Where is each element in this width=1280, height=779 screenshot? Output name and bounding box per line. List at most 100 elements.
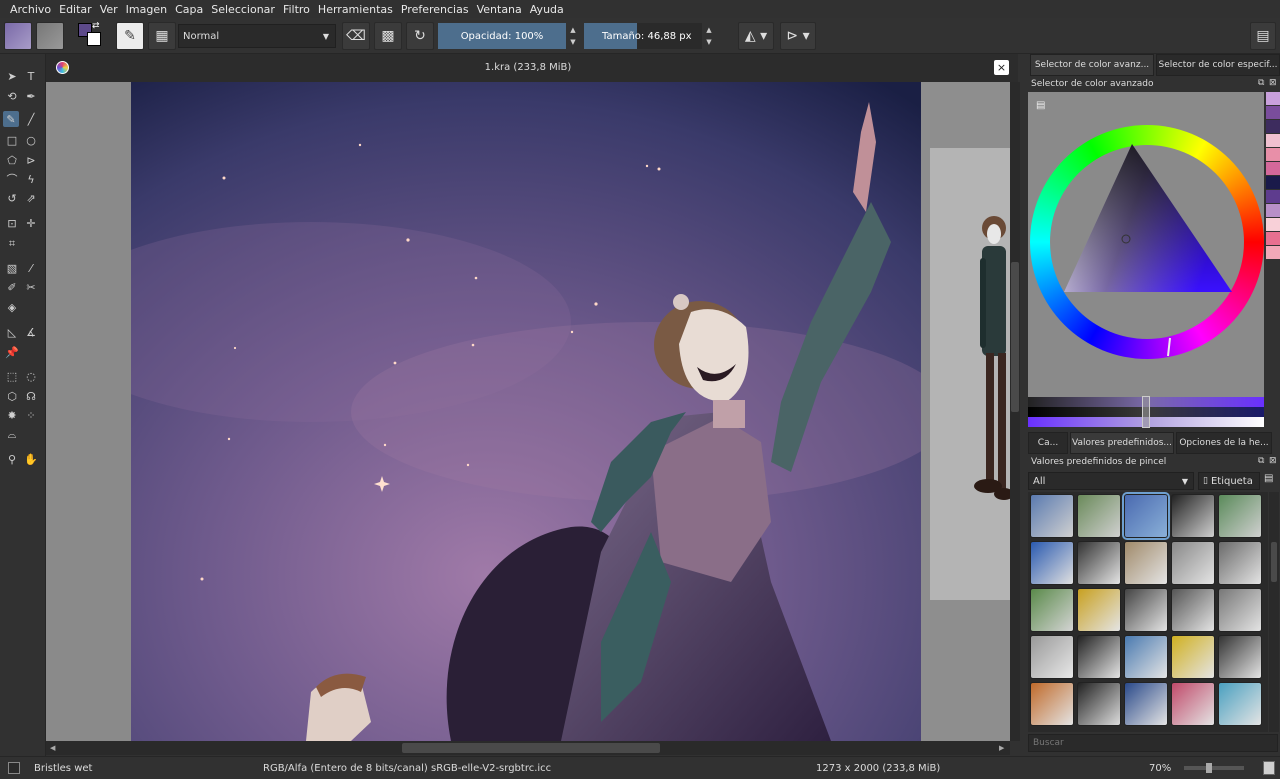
- brush-preset-item[interactable]: [1218, 541, 1262, 585]
- brush-preset-item[interactable]: [1030, 682, 1074, 726]
- brush-preset-item[interactable]: [1171, 588, 1215, 632]
- palette-swatch[interactable]: [1266, 218, 1280, 231]
- tab-brush-presets[interactable]: Valores predefinidos...: [1070, 432, 1174, 454]
- similar-selection-tool-icon[interactable]: ⁘: [23, 407, 39, 423]
- brush-preset-item[interactable]: [1218, 494, 1262, 538]
- elliptical-selection-tool-icon[interactable]: ◌: [23, 368, 39, 384]
- preserve-alpha-button[interactable]: ▩: [374, 22, 402, 50]
- ellipse-tool-icon[interactable]: ○: [23, 132, 39, 148]
- palette-swatch[interactable]: [1266, 148, 1280, 161]
- float-panel-icon[interactable]: ⧉: [1258, 78, 1264, 88]
- smart-patch-tool-icon[interactable]: ✂: [23, 279, 39, 295]
- bezier-tool-icon[interactable]: ⌒: [4, 171, 20, 187]
- gradient-tool-icon[interactable]: ▧: [4, 260, 20, 276]
- scroll-left-icon[interactable]: ◀: [50, 744, 55, 752]
- rectangular-selection-tool-icon[interactable]: ⬚: [4, 368, 20, 384]
- brush-preset-item[interactable]: [1030, 635, 1074, 679]
- swap-colors-icon[interactable]: ⇄: [92, 21, 100, 31]
- palette-swatch[interactable]: [1266, 120, 1280, 133]
- freehand-path-tool-icon[interactable]: ϟ: [23, 171, 39, 187]
- brush-preset-item[interactable]: [1077, 541, 1121, 585]
- select-shapes-tool-icon[interactable]: ➤: [4, 68, 20, 84]
- palette-swatch[interactable]: [1266, 134, 1280, 147]
- rectangle-tool-icon[interactable]: □: [4, 132, 20, 148]
- horizontal-scroll-thumb[interactable]: [402, 743, 660, 753]
- bezier-selection-tool-icon[interactable]: ⌓: [4, 426, 20, 442]
- brush-preset-item[interactable]: [1077, 682, 1121, 726]
- menu-editar[interactable]: Editar: [59, 3, 92, 16]
- artwork-canvas[interactable]: [131, 82, 921, 741]
- gradient-preset-button[interactable]: [4, 22, 32, 50]
- contiguous-selection-tool-icon[interactable]: ✸: [4, 407, 20, 423]
- menu-capa[interactable]: Capa: [175, 3, 203, 16]
- zoom-slider-handle[interactable]: [1206, 763, 1212, 773]
- brush-preset-item[interactable]: [1077, 635, 1121, 679]
- calligraphy-tool-icon[interactable]: ✒: [23, 88, 39, 104]
- mirror-vertical-button[interactable]: ⊳ ▾: [780, 22, 816, 50]
- close-panel-icon[interactable]: ⊠: [1269, 456, 1277, 466]
- brush-preset-item[interactable]: [1124, 541, 1168, 585]
- horizontal-scrollbar[interactable]: ◀ ▶: [46, 741, 1010, 755]
- brush-preset-item[interactable]: [1124, 588, 1168, 632]
- tag-dropdown[interactable]: ▯ Etiqueta: [1198, 472, 1260, 490]
- close-panel-icon[interactable]: ⊠: [1269, 78, 1277, 88]
- document-title[interactable]: 1.kra (233,8 MiB): [46, 62, 1010, 73]
- menu-ver[interactable]: Ver: [100, 3, 118, 16]
- palette-swatch[interactable]: [1266, 176, 1280, 189]
- reference-image[interactable]: [930, 148, 1014, 600]
- reference-images-tool-icon[interactable]: 📌: [4, 344, 20, 360]
- brush-preset-item[interactable]: [1077, 494, 1121, 538]
- fg-bg-color-selector[interactable]: ⇄: [78, 21, 104, 49]
- text-tool-icon[interactable]: T: [23, 68, 39, 84]
- brush-preset-item[interactable]: [1124, 682, 1168, 726]
- line-tool-icon[interactable]: ╱: [23, 111, 39, 127]
- polygon-tool-icon[interactable]: ⬠: [4, 152, 20, 168]
- menu-ventana[interactable]: Ventana: [477, 3, 522, 16]
- preset-grid-scroll-thumb[interactable]: [1271, 542, 1277, 582]
- color-history-handle[interactable]: [1142, 396, 1150, 428]
- brush-preset-item[interactable]: [1218, 588, 1262, 632]
- palette-swatch[interactable]: [1266, 204, 1280, 217]
- brush-preset-item[interactable]: [1171, 494, 1215, 538]
- palette-swatch[interactable]: [1266, 246, 1280, 259]
- menu-seleccionar[interactable]: Seleccionar: [211, 3, 275, 16]
- palette-swatch[interactable]: [1266, 92, 1280, 105]
- edit-shapes-tool-icon[interactable]: ⟲: [4, 88, 20, 104]
- palette-swatch[interactable]: [1266, 162, 1280, 175]
- transform-tool-icon[interactable]: ⊡: [4, 215, 20, 231]
- scroll-right-icon[interactable]: ▶: [999, 744, 1004, 752]
- brush-preset-item[interactable]: [1077, 588, 1121, 632]
- colorize-mask-tool-icon[interactable]: ✐: [4, 279, 20, 295]
- brush-preset-item[interactable]: [1030, 541, 1074, 585]
- multibrush-tool-icon[interactable]: ⇗: [23, 190, 39, 206]
- crop-tool-icon[interactable]: ⌗: [4, 235, 20, 251]
- menu-preferencias[interactable]: Preferencias: [401, 3, 469, 16]
- brush-preset-item-selected[interactable]: [1122, 492, 1170, 540]
- palette-swatch[interactable]: [1266, 190, 1280, 203]
- preset-filter-dropdown[interactable]: All ▼: [1028, 472, 1194, 490]
- palette-swatch[interactable]: [1266, 232, 1280, 245]
- menu-herramientas[interactable]: Herramientas: [318, 3, 393, 16]
- zoom-tool-icon[interactable]: ⚲: [4, 451, 20, 467]
- workspace-button[interactable]: ▤: [1250, 22, 1276, 50]
- measure-tool-icon[interactable]: ∡: [23, 324, 39, 340]
- preset-view-options-icon[interactable]: ▤: [1264, 473, 1278, 489]
- mirror-horizontal-button[interactable]: ◭ ▾: [738, 22, 774, 50]
- palette-swatch[interactable]: [1266, 106, 1280, 119]
- tab-advanced-color-selector[interactable]: Selector de color avanz...: [1030, 54, 1154, 76]
- tab-specific-color-selector[interactable]: Selector de color especif...: [1156, 54, 1280, 76]
- menu-filtro[interactable]: Filtro: [283, 3, 310, 16]
- brush-settings-button[interactable]: ▦: [148, 22, 176, 50]
- brush-preset-item[interactable]: [1030, 494, 1074, 538]
- menu-archivo[interactable]: Archivo: [10, 3, 51, 16]
- brush-preset-item[interactable]: [1218, 682, 1262, 726]
- move-tool-icon[interactable]: ✛: [23, 215, 39, 231]
- freehand-selection-tool-icon[interactable]: ☊: [23, 388, 39, 404]
- assistant-tool-icon[interactable]: ◺: [4, 324, 20, 340]
- freehand-brush-tool-icon[interactable]: ✎: [3, 111, 19, 127]
- opacity-slider[interactable]: Opacidad: 100%: [438, 23, 566, 49]
- opacity-stepper[interactable]: ▲ ▼: [568, 24, 578, 48]
- color-history-strip[interactable]: [1028, 396, 1264, 428]
- float-panel-icon[interactable]: ⧉: [1258, 456, 1264, 466]
- pattern-preset-button[interactable]: [36, 22, 64, 50]
